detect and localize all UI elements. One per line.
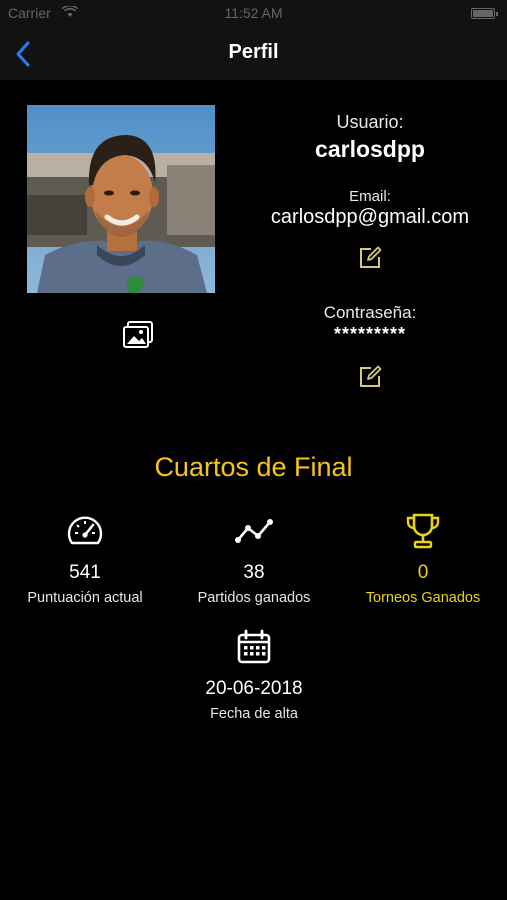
puntuacion-value: 541 xyxy=(69,562,101,583)
status-time: 11:52 AM xyxy=(224,5,283,21)
round-title: Cuartos de Final xyxy=(154,452,353,482)
avatar xyxy=(27,105,215,293)
trophy-icon xyxy=(406,513,440,549)
email-label: Email: xyxy=(349,188,391,205)
stat-fecha-alta: 20-06-2018 Fecha de alta xyxy=(169,628,339,722)
calendar-icon xyxy=(237,629,271,664)
password-value: ********* xyxy=(333,324,407,344)
speedometer-icon xyxy=(67,516,103,545)
password-label: Contraseña: xyxy=(323,303,417,322)
email-value: carlosdpp@gmail.com xyxy=(270,206,470,228)
status-bar: Carrier 11:52 AM xyxy=(0,0,507,28)
page-title: Perfil xyxy=(228,41,279,63)
partidos-label: Partidos ganados xyxy=(197,590,311,606)
line-chart-icon xyxy=(235,519,273,543)
partidos-value: 38 xyxy=(243,562,265,583)
edit-email-button[interactable] xyxy=(357,245,383,271)
stat-torneos: 0 Torneos Ganados xyxy=(338,512,507,606)
nav-bar: Perfil xyxy=(0,28,507,80)
stat-puntuacion: 541 Puntuación actual xyxy=(0,512,170,606)
usuario-label: Usuario: xyxy=(336,112,404,132)
usuario-value: carlosdpp xyxy=(315,136,425,162)
stat-partidos: 38 Partidos ganados xyxy=(169,512,339,606)
edit-password-button[interactable] xyxy=(357,364,383,390)
fecha-alta-label: Fecha de alta xyxy=(210,706,298,722)
puntuacion-label: Puntuación actual xyxy=(27,590,143,606)
edit-icon xyxy=(360,365,382,387)
change-photo-button[interactable] xyxy=(121,320,155,350)
battery-icon xyxy=(471,8,498,19)
fecha-alta-value: 20-06-2018 xyxy=(205,678,303,699)
image-picker-icon xyxy=(123,321,153,348)
edit-icon xyxy=(360,246,382,268)
torneos-value: 0 xyxy=(417,562,429,583)
torneos-label: Torneos Ganados xyxy=(365,590,481,606)
